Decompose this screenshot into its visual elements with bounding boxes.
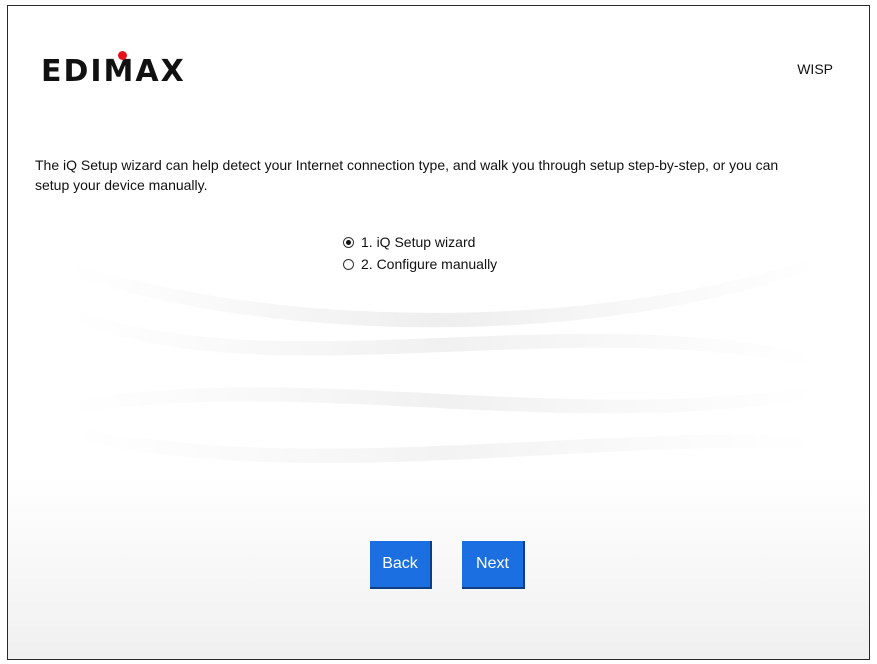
background-waves [68, 256, 818, 463]
option-configure-manually[interactable]: 2. Configure manually [343, 253, 497, 275]
option-iq-setup-label: 1. iQ Setup wizard [361, 234, 476, 250]
radio-configure-manually[interactable] [343, 258, 354, 270]
next-button[interactable]: Next [462, 541, 525, 589]
mode-label: WISP [797, 61, 833, 77]
radio-iq-setup[interactable] [343, 236, 354, 248]
edimax-logo: EDIMAX [41, 48, 216, 93]
setup-panel: EDIMAX WISP The iQ Setup wizard can help… [7, 5, 870, 660]
back-button[interactable]: Back [370, 541, 432, 589]
option-iq-setup[interactable]: 1. iQ Setup wizard [343, 231, 497, 253]
setup-options: 1. iQ Setup wizard 2. Configure manually [343, 231, 497, 275]
logo-text: EDIMAX [41, 54, 186, 89]
logo-dot [118, 51, 127, 60]
option-configure-manually-label: 2. Configure manually [361, 256, 498, 272]
wizard-description: The iQ Setup wizard can help detect your… [35, 157, 779, 193]
